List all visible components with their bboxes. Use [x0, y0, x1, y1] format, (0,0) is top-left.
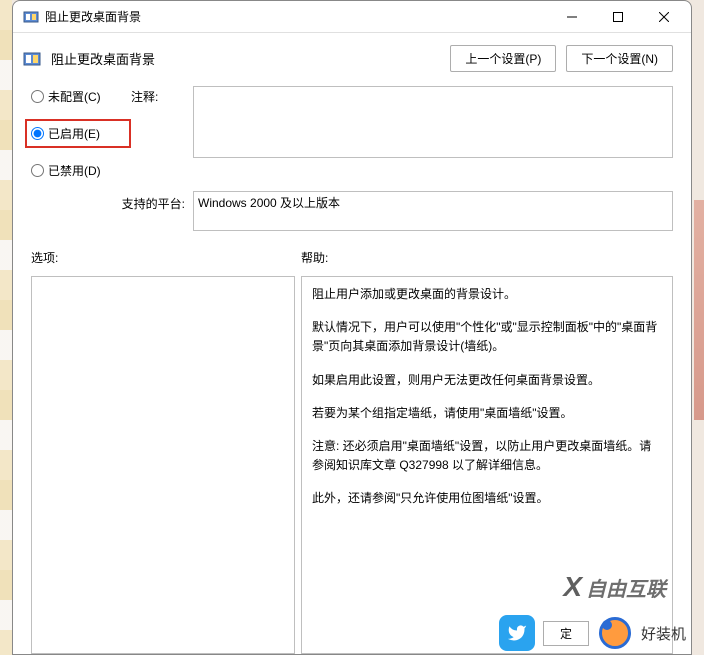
lower-labels-row: 选项: 帮助: — [31, 249, 673, 266]
platform-row: 支持的平台: Windows 2000 及以上版本 — [31, 191, 673, 231]
radio-disabled-label: 已禁用(D) — [48, 162, 101, 179]
radio-enabled-label: 已启用(E) — [48, 125, 100, 142]
policy-icon — [23, 50, 41, 68]
comment-textarea[interactable] — [193, 86, 673, 158]
help-p6: 此外，还请参阅"只允许使用位图墙纸"设置。 — [312, 489, 662, 508]
help-p5: 注意: 还必须启用"桌面墙纸"设置，以防止用户更改桌面墙纸。请参阅知识库文章 Q… — [312, 437, 662, 475]
radio-disabled-input[interactable] — [31, 164, 44, 177]
lower-panes: 阻止用户添加或更改桌面的背景设计。 默认情况下，用户可以使用"个性化"或"显示控… — [31, 276, 673, 654]
options-pane — [31, 276, 295, 654]
decorative-right-strip — [694, 200, 704, 420]
maximize-button[interactable] — [595, 2, 641, 32]
platform-box[interactable]: Windows 2000 及以上版本 — [193, 191, 673, 231]
help-label: 帮助: — [301, 249, 673, 266]
app-icon — [23, 9, 39, 25]
header-row: 阻止更改桌面背景 上一个设置(P) 下一个设置(N) — [13, 33, 691, 80]
help-p1: 阻止用户添加或更改桌面的背景设计。 — [312, 285, 662, 304]
policy-title: 阻止更改桌面背景 — [51, 49, 155, 68]
minimize-button[interactable] — [549, 2, 595, 32]
radio-enabled[interactable]: 已启用(E) — [25, 119, 131, 148]
state-radio-group: 未配置(C) 已启用(E) 已禁用(D) — [31, 86, 131, 179]
radio-disabled[interactable]: 已禁用(D) — [31, 162, 131, 179]
radio-not-configured[interactable]: 未配置(C) — [31, 88, 131, 105]
top-settings-grid: 未配置(C) 已启用(E) 已禁用(D) 注释: — [31, 86, 673, 179]
help-p2: 默认情况下，用户可以使用"个性化"或"显示控制面板"中的"桌面背景"页向其桌面添… — [312, 318, 662, 356]
help-p4: 若要为某个组指定墙纸，请使用"桌面墙纸"设置。 — [312, 404, 662, 423]
lower-section: 选项: 帮助: 阻止用户添加或更改桌面的背景设计。 默认情况下，用户可以使用"个… — [31, 249, 673, 654]
help-pane: 阻止用户添加或更改桌面的背景设计。 默认情况下，用户可以使用"个性化"或"显示控… — [301, 276, 673, 654]
previous-setting-button[interactable]: 上一个设置(P) — [450, 45, 556, 72]
gpo-editor-window: 阻止更改桌面背景 阻止更改桌面背景 上一个设置(P) 下一个设置(N) — [12, 0, 692, 655]
platform-label: 支持的平台: — [31, 191, 193, 212]
next-setting-button[interactable]: 下一个设置(N) — [566, 45, 673, 72]
titlebar: 阻止更改桌面背景 — [13, 1, 691, 33]
radio-enabled-input[interactable] — [31, 127, 44, 140]
decorative-left-strip — [0, 0, 12, 655]
radio-not-configured-input[interactable] — [31, 90, 44, 103]
platform-text: Windows 2000 及以上版本 — [198, 196, 340, 210]
close-button[interactable] — [641, 2, 687, 32]
radio-not-configured-label: 未配置(C) — [48, 88, 101, 105]
window-title: 阻止更改桌面背景 — [45, 8, 141, 25]
content-area: 未配置(C) 已启用(E) 已禁用(D) 注释: 支持的平台: Windows … — [13, 80, 691, 654]
window-controls — [549, 2, 687, 32]
help-p3: 如果启用此设置，则用户无法更改任何桌面背景设置。 — [312, 371, 662, 390]
comment-label: 注释: — [131, 86, 193, 105]
options-label: 选项: — [31, 249, 301, 266]
